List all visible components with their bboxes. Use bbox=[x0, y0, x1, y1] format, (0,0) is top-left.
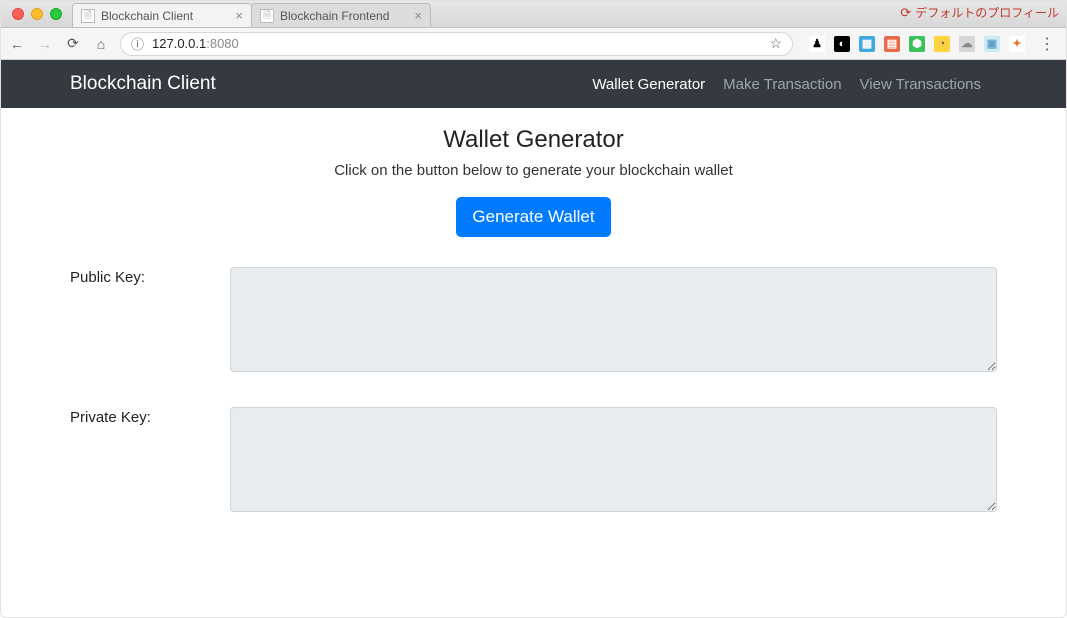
browser-tabstrip: 🗎 Blockchain Client × 🗎 Blockchain Front… bbox=[0, 0, 1067, 28]
browser-toolbar: ← → ⟳ ⌂ ⓘ 127.0.0.1:8080 ☆ ♟ ◐ ▦ ▤ ⬢ ◔ ☁ ▣ ✦ ⋮ bbox=[0, 28, 1067, 60]
file-icon: 🗎 bbox=[260, 9, 274, 23]
browser-menu-button[interactable]: ⋮ bbox=[1035, 34, 1059, 54]
browser-tab-inactive[interactable]: 🗎 Blockchain Frontend × bbox=[251, 3, 431, 27]
tab-close-icon[interactable]: × bbox=[235, 9, 243, 22]
file-icon: 🗎 bbox=[81, 9, 95, 23]
extension-icons: ♟ ◐ ▦ ▤ ⬢ ◔ ☁ ▣ ✦ bbox=[803, 36, 1025, 52]
public-key-field[interactable] bbox=[230, 267, 997, 372]
ext-grid-icon[interactable]: ▤ bbox=[884, 36, 900, 52]
ext-mask-icon[interactable]: ◐ bbox=[834, 36, 850, 52]
page-content: Wallet Generator Click on the button bel… bbox=[0, 108, 1067, 517]
ext-1-icon[interactable]: ♟ bbox=[809, 36, 825, 52]
ext-fox-icon[interactable]: ✦ bbox=[1009, 36, 1025, 52]
tab-title: Blockchain Client bbox=[101, 9, 193, 23]
bookmark-star-icon[interactable]: ☆ bbox=[769, 35, 782, 52]
page-title: Wallet Generator bbox=[70, 126, 997, 154]
ext-clock-icon[interactable]: ◔ bbox=[934, 36, 950, 52]
window-close-button[interactable] bbox=[12, 8, 24, 20]
nav-link-wallet-generator[interactable]: Wallet Generator bbox=[592, 76, 705, 93]
site-info-icon[interactable]: ⓘ bbox=[131, 34, 144, 53]
window-controls bbox=[8, 0, 68, 27]
private-key-field[interactable] bbox=[230, 407, 997, 512]
nav-link-make-transaction[interactable]: Make Transaction bbox=[723, 76, 841, 93]
address-bar[interactable]: ⓘ 127.0.0.1:8080 ☆ bbox=[120, 32, 793, 56]
app-navbar: Blockchain Client Wallet Generator Make T… bbox=[0, 60, 1067, 108]
tab-close-icon[interactable]: × bbox=[414, 9, 422, 22]
public-key-label: Public Key: bbox=[70, 267, 230, 286]
nav-reload-button[interactable]: ⟳ bbox=[64, 35, 82, 53]
page-subtitle: Click on the button below to generate yo… bbox=[70, 162, 997, 179]
generate-wallet-button[interactable]: Generate Wallet bbox=[456, 197, 610, 237]
browser-tab-active[interactable]: 🗎 Blockchain Client × bbox=[72, 3, 252, 27]
window-zoom-button[interactable] bbox=[50, 8, 62, 20]
profile-icon: ⟳ bbox=[900, 5, 911, 21]
profile-label: デフォルトのプロフィール bbox=[915, 4, 1059, 21]
app-brand[interactable]: Blockchain Client bbox=[70, 73, 216, 95]
nav-home-button[interactable]: ⌂ bbox=[92, 35, 110, 53]
ext-cloud-icon[interactable]: ☁ bbox=[959, 36, 975, 52]
browser-tabs: 🗎 Blockchain Client × 🗎 Blockchain Front… bbox=[72, 0, 430, 27]
profile-chip[interactable]: ⟳ デフォルトのプロフィール bbox=[900, 4, 1059, 21]
private-key-row: Private Key: bbox=[70, 407, 997, 517]
ext-doc-icon[interactable]: ▣ bbox=[984, 36, 1000, 52]
nav-forward-button[interactable]: → bbox=[36, 35, 54, 53]
url-text: 127.0.0.1:8080 bbox=[152, 36, 239, 51]
ext-bug-icon[interactable]: ⬢ bbox=[909, 36, 925, 52]
tab-title: Blockchain Frontend bbox=[280, 9, 389, 23]
nav-link-view-transactions[interactable]: View Transactions bbox=[860, 76, 981, 93]
ext-translate-icon[interactable]: ▦ bbox=[859, 36, 875, 52]
private-key-label: Private Key: bbox=[70, 407, 230, 426]
nav-back-button[interactable]: ← bbox=[8, 35, 26, 53]
public-key-row: Public Key: bbox=[70, 267, 997, 377]
window-minimize-button[interactable] bbox=[31, 8, 43, 20]
app-nav-links: Wallet Generator Make Transaction View Tra… bbox=[592, 76, 1051, 93]
